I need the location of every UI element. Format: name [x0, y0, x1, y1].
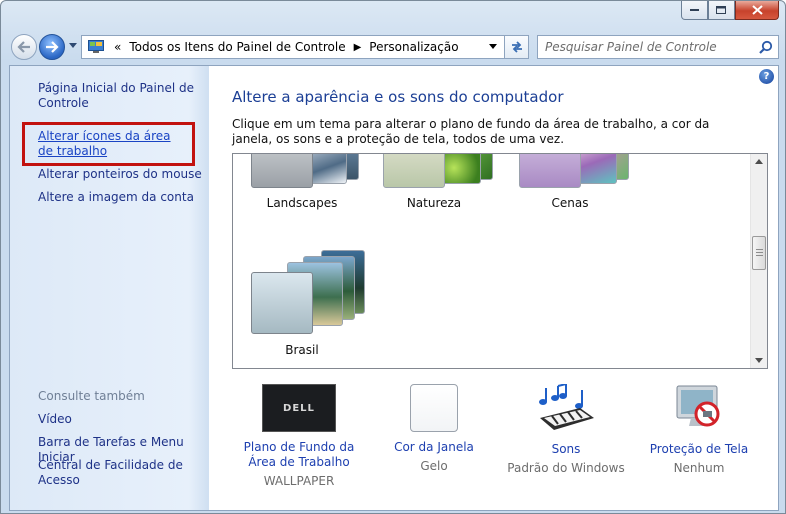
back-button[interactable]: [11, 34, 37, 60]
wallpaper-preview-text: DELL: [283, 402, 315, 414]
content-area: Página Inicial do Painel de Controle Alt…: [9, 65, 779, 511]
minimize-button[interactable]: [681, 1, 708, 20]
close-icon: [751, 5, 763, 15]
scroll-up-icon[interactable]: [755, 159, 763, 164]
page-title: Altere a aparência e os sons do computad…: [232, 88, 564, 106]
theme-item-cenas[interactable]: Cenas: [505, 154, 635, 210]
page-description: Clique em um tema para alterar o plano d…: [232, 117, 710, 146]
theme-list: Landscapes Natureza Cenas Brasil: [232, 153, 768, 369]
setting-desktop-background[interactable]: DELL Plano de Fundo da Área de Trabalho …: [234, 384, 364, 488]
breadcrumb-personalization[interactable]: Personalização: [369, 40, 458, 54]
theme-list-scrollbar[interactable]: [750, 154, 767, 368]
setting-window-color-value: Gelo: [420, 459, 448, 473]
minimize-icon: [689, 9, 699, 11]
setting-window-color-title[interactable]: Cor da Janela: [369, 440, 499, 455]
theme-label-natureza: Natureza: [406, 196, 462, 210]
setting-desktop-background-value: WALLPAPER: [263, 474, 335, 488]
search-input[interactable]: [545, 40, 755, 54]
close-button[interactable]: [735, 1, 779, 20]
theme-label-cenas: Cenas: [551, 196, 589, 210]
search-icon[interactable]: [759, 40, 773, 54]
sidebar: Página Inicial do Painel de Controle Alt…: [10, 66, 209, 510]
theme-item-brasil[interactable]: Brasil: [237, 244, 367, 360]
navigation-bar: « Todos os Itens do Painel de Controle ▶…: [9, 31, 779, 63]
recent-pages-dropdown-icon[interactable]: [69, 43, 78, 49]
theme-preview-brasil: [251, 244, 365, 336]
search-box: [537, 35, 779, 59]
scroll-thumb[interactable]: [752, 236, 766, 270]
help-button[interactable]: ?: [759, 69, 774, 84]
setting-screen-saver-value: Nenhum: [673, 461, 725, 475]
setting-screen-saver[interactable]: Proteção de Tela Nenhum: [634, 384, 764, 475]
caption-buttons: [681, 1, 779, 20]
theme-preview-cenas: [519, 154, 631, 188]
sidebar-change-account-picture[interactable]: Altere a imagem da conta: [38, 190, 194, 205]
back-arrow-icon: [17, 41, 30, 53]
setting-sounds[interactable]: Sons Padrão do Windows: [501, 383, 631, 475]
setting-window-color[interactable]: Cor da Janela Gelo: [369, 384, 499, 473]
forward-arrow-icon: [46, 41, 59, 53]
sidebar-control-panel-home[interactable]: Página Inicial do Painel de Controle: [38, 81, 198, 111]
refresh-button[interactable]: [505, 35, 529, 59]
control-panel-window: « Todos os Itens do Painel de Controle ▶…: [0, 0, 786, 514]
refresh-icon: [511, 41, 522, 53]
breadcrumb-all-items[interactable]: Todos os Itens do Painel de Controle: [129, 40, 345, 54]
setting-desktop-background-title[interactable]: Plano de Fundo da Área de Trabalho: [234, 440, 364, 470]
sidebar-display[interactable]: Vídeo: [38, 412, 72, 427]
theme-label-brasil: Brasil: [285, 343, 319, 357]
maximize-icon: [716, 5, 726, 14]
sidebar-ease-of-access[interactable]: Central de Facilidade de Acesso: [38, 458, 188, 488]
theme-label-landscapes: Landscapes: [266, 196, 338, 210]
address-bar[interactable]: « Todos os Itens do Painel de Controle ▶…: [81, 35, 505, 59]
main-panel: ? Altere a aparência e os sons do comput…: [209, 66, 778, 510]
window-color-icon: [410, 384, 458, 432]
theme-item-landscapes[interactable]: Landscapes: [237, 154, 367, 210]
breadcrumb: « Todos os Itens do Painel de Controle ▶…: [114, 40, 459, 54]
sounds-icon: [530, 383, 602, 434]
screensaver-icon: [663, 384, 735, 434]
highlight-annotation: [22, 122, 195, 166]
scroll-down-icon[interactable]: [755, 358, 763, 363]
setting-sounds-value: Padrão do Windows: [507, 461, 625, 475]
theme-preview-landscapes: [251, 154, 363, 188]
maximize-button[interactable]: [708, 1, 735, 20]
see-also-heading: Consulte também: [38, 389, 145, 403]
breadcrumb-separator[interactable]: ▶: [354, 42, 362, 53]
wallpaper-icon: DELL: [262, 384, 336, 432]
sidebar-change-mouse-pointers[interactable]: Alterar ponteiros do mouse: [38, 167, 202, 182]
theme-item-natureza[interactable]: Natureza: [369, 154, 499, 210]
address-dropdown-icon[interactable]: [489, 44, 498, 50]
theme-preview-natureza: [383, 154, 495, 188]
forward-button[interactable]: [39, 34, 65, 60]
setting-screen-saver-title[interactable]: Proteção de Tela: [634, 442, 764, 457]
breadcrumb-overflow[interactable]: «: [114, 40, 121, 54]
control-panel-icon: [88, 40, 104, 53]
setting-sounds-title[interactable]: Sons: [501, 442, 631, 457]
